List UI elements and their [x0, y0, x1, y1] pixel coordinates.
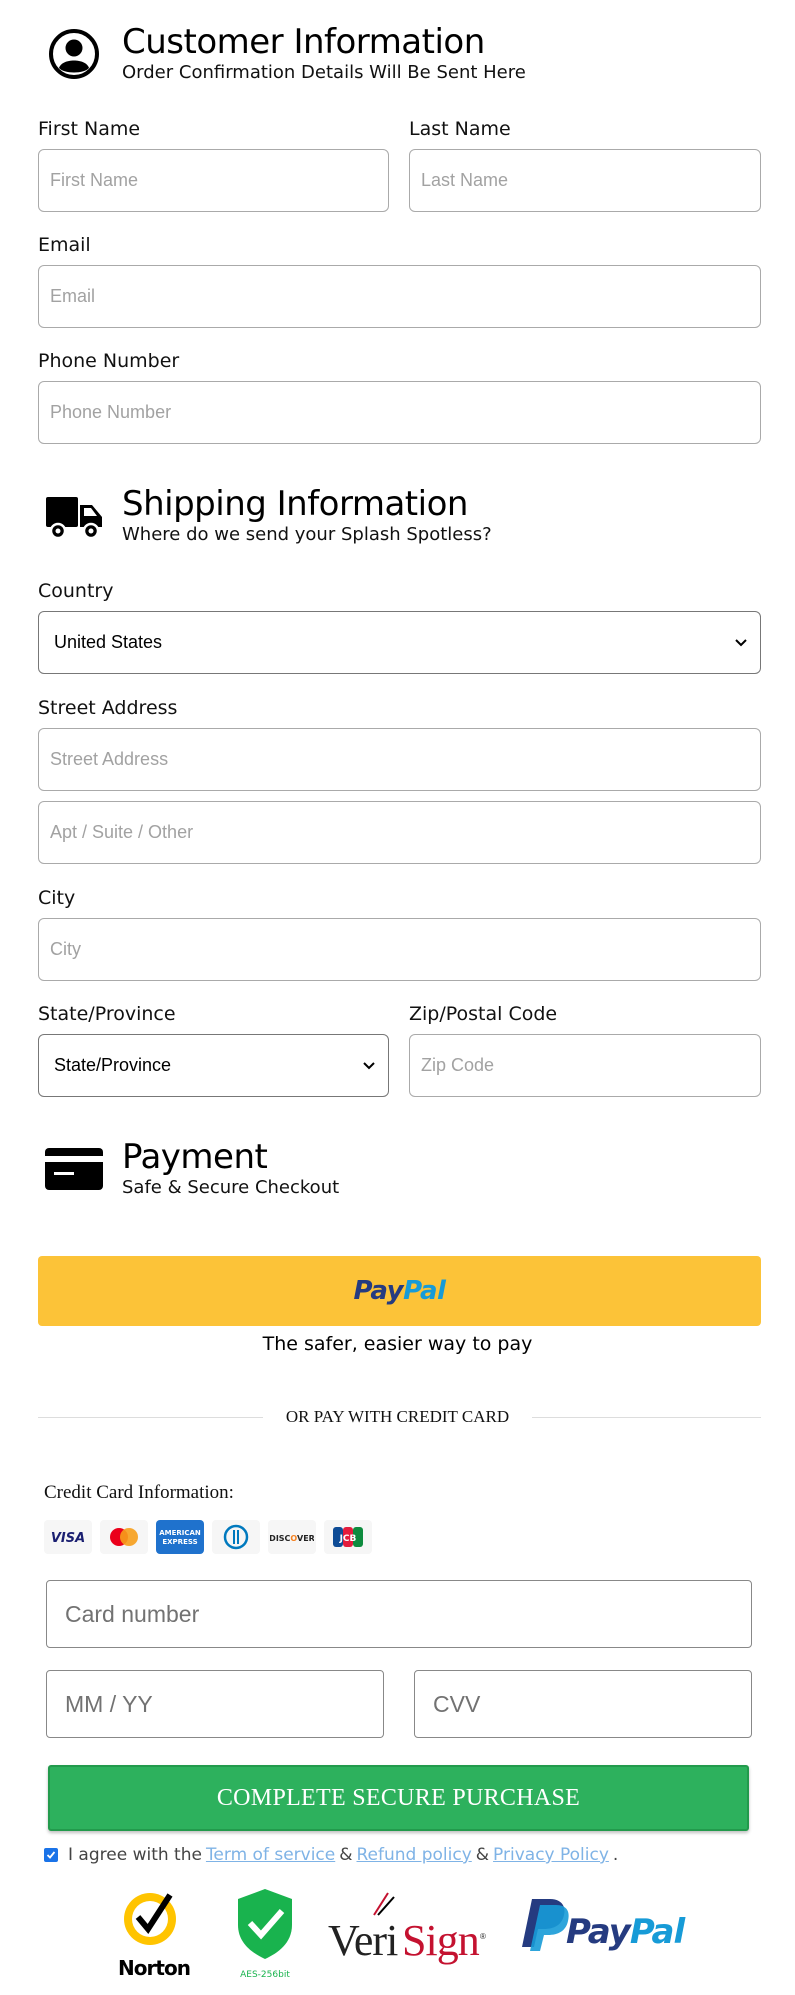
svg-text:AES-256bit: AES-256bit	[240, 1970, 290, 1980]
american-express-icon: AMERICAN EXPRESS	[156, 1520, 204, 1554]
agree-text: I agree with the	[68, 1845, 202, 1865]
card-number-input[interactable]: Card number	[46, 1580, 752, 1648]
terms-link[interactable]: Term of service	[206, 1845, 335, 1865]
cvv-input[interactable]: CVV	[414, 1670, 752, 1738]
phone-input[interactable]: Phone Number	[38, 381, 761, 444]
country-label: Country	[38, 580, 114, 602]
city-input[interactable]: City	[38, 918, 761, 981]
svg-text:PayPal: PayPal	[566, 1912, 687, 1952]
ampersand-1: &	[339, 1845, 353, 1865]
last-name-placeholder: Last Name	[421, 170, 509, 190]
phone-label: Phone Number	[38, 350, 180, 372]
shipping-title: Shipping Information	[122, 484, 468, 524]
or-pay-with-card-text: OR PAY WITH CREDIT CARD	[285, 1407, 510, 1426]
customer-subtitle: Order Confirmation Details Will Be Sent …	[122, 62, 526, 83]
svg-text:DISCOVER: DISCOVER	[270, 1534, 314, 1543]
expiry-input[interactable]: MM / YY	[46, 1670, 384, 1738]
first-name-label: First Name	[38, 118, 141, 140]
credit-card-title: Credit Card Information:	[44, 1482, 234, 1503]
svg-text:Norton: Norton	[118, 1956, 190, 1980]
svg-text:®: ®	[480, 1932, 486, 1941]
jcb-icon: JCB	[324, 1520, 372, 1554]
card-brand-logos: VISA AMERICAN EXPRESS DISCOVER JCB	[44, 1520, 372, 1554]
credit-card-icon	[42, 1137, 106, 1201]
apt-placeholder: Apt / Suite / Other	[50, 822, 194, 842]
visa-icon: VISA	[44, 1520, 92, 1554]
country-value: United States	[54, 632, 163, 652]
svg-text:VISA: VISA	[51, 1531, 85, 1544]
email-input[interactable]: Email	[38, 265, 761, 328]
email-label: Email	[38, 234, 91, 256]
country-select[interactable]: United States	[38, 611, 761, 674]
zip-label: Zip/Postal Code	[409, 1003, 558, 1025]
diners-club-icon	[212, 1520, 260, 1554]
paypal-button[interactable]: PayPal	[38, 1256, 761, 1326]
svg-text:Veri: Veri	[328, 1916, 398, 1965]
customer-section-header: Customer Information Order Confirmation …	[42, 22, 526, 86]
state-label: State/Province	[38, 1003, 176, 1025]
payment-subtitle: Safe & Secure Checkout	[122, 1177, 340, 1198]
trust-badges: Norton AES-256bit Veri Sign ® PayPal	[0, 1885, 795, 1985]
aes-256bit-badge: AES-256bit	[230, 1885, 300, 1985]
first-name-placeholder: First Name	[50, 170, 139, 190]
complete-purchase-button[interactable]: COMPLETE SECURE PURCHASE	[48, 1765, 749, 1831]
paypal-logo: PayPal	[353, 1276, 446, 1306]
svg-text:EXPRESS: EXPRESS	[162, 1538, 197, 1546]
card-number-placeholder: Card number	[65, 1600, 200, 1627]
city-placeholder: City	[50, 939, 81, 959]
agree-checkbox[interactable]	[44, 1848, 58, 1862]
chevron-down-icon	[734, 636, 748, 650]
state-value: State/Province	[54, 1055, 172, 1075]
payment-section-header: Payment Safe & Secure Checkout	[42, 1137, 339, 1201]
discover-icon: DISCOVER	[268, 1520, 316, 1554]
last-name-input[interactable]: Last Name	[409, 149, 761, 212]
refund-link[interactable]: Refund policy	[357, 1845, 472, 1865]
svg-text:JCB: JCB	[339, 1534, 357, 1544]
shipping-subtitle: Where do we send your Splash Spotless?	[122, 524, 492, 545]
privacy-link[interactable]: Privacy Policy	[493, 1845, 609, 1865]
first-name-input[interactable]: First Name	[38, 149, 389, 212]
agree-terms-row: I agree with the Term of service & Refun…	[44, 1845, 618, 1865]
svg-text:AMERICAN: AMERICAN	[159, 1529, 201, 1537]
complete-purchase-label: COMPLETE SECURE PURCHASE	[216, 1784, 581, 1811]
user-circle-icon	[42, 22, 106, 86]
state-select[interactable]: State/Province	[38, 1034, 389, 1097]
truck-icon	[42, 484, 106, 548]
street-placeholder: Street Address	[50, 749, 169, 769]
norton-badge: Norton	[108, 1885, 200, 1985]
zip-input[interactable]: Zip Code	[409, 1034, 761, 1097]
payment-title: Payment	[122, 1137, 268, 1177]
street-label: Street Address	[38, 697, 178, 719]
email-placeholder: Email	[50, 286, 96, 306]
expiry-placeholder: MM / YY	[65, 1690, 153, 1717]
street-address-input[interactable]: Street Address	[38, 728, 761, 791]
zip-placeholder: Zip Code	[421, 1055, 495, 1075]
mastercard-icon	[100, 1520, 148, 1554]
last-name-label: Last Name	[409, 118, 511, 140]
customer-title: Customer Information	[122, 22, 485, 62]
phone-placeholder: Phone Number	[50, 402, 172, 422]
agree-suffix: .	[612, 1845, 619, 1865]
paypal-tagline: The safer, easier way to pay	[262, 1333, 533, 1355]
paypal-badge: PayPal	[514, 1885, 694, 1985]
city-label: City	[38, 887, 76, 909]
apt-suite-input[interactable]: Apt / Suite / Other	[38, 801, 761, 864]
ampersand-2: &	[475, 1845, 490, 1865]
svg-text:Sign: Sign	[402, 1916, 480, 1965]
shipping-section-header: Shipping Information Where do we send yo…	[42, 484, 492, 548]
verisign-badge: Veri Sign ®	[326, 1885, 492, 1985]
cvv-placeholder: CVV	[433, 1690, 481, 1717]
chevron-down-icon	[362, 1059, 376, 1073]
